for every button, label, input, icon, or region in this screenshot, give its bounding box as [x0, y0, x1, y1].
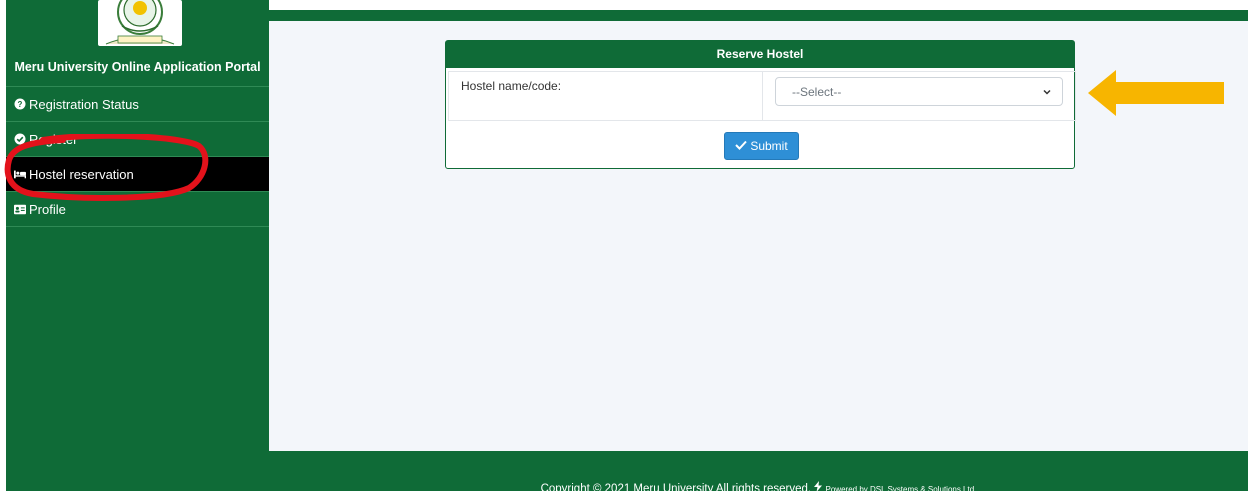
sidebar: Meru University Online Application Porta… [6, 0, 269, 491]
portal-title: Meru University Online Application Porta… [14, 60, 261, 74]
copyright-text: Copyright © 2021 Meru University All rig… [540, 483, 812, 495]
bolt-icon [814, 481, 825, 495]
sidebar-item-label: Registration Status [29, 96, 139, 112]
sidebar-item-registration-status[interactable]: ? Registration Status [6, 86, 269, 121]
nav-divider [6, 226, 269, 227]
hostel-field-cell: --Select-- [763, 72, 1075, 120]
hostel-form-row: Hostel name/code: --Select-- [448, 71, 1076, 121]
hostel-name-label: Hostel name/code: [449, 72, 763, 120]
sidebar-item-register[interactable]: Register [6, 121, 269, 156]
hostel-select[interactable]: --Select-- [775, 77, 1063, 106]
powered-by-text: Powered by DSL Systems & Solutions Ltd. [825, 485, 977, 494]
reserve-hostel-card: Reserve Hostel Hostel name/code: --Selec… [445, 40, 1076, 169]
yellow-arrow-annotation [1088, 70, 1224, 116]
sidebar-item-label: Profile [29, 201, 66, 217]
chevron-down-icon [1042, 86, 1052, 96]
sidebar-item-label: Register [29, 131, 78, 147]
id-card-icon [14, 203, 26, 215]
submit-label: Submit [750, 139, 788, 153]
select-value: --Select-- [792, 84, 842, 99]
sidebar-item-label: Hostel reservation [29, 166, 134, 182]
sidebar-item-hostel-reservation[interactable]: Hostel reservation [6, 156, 269, 191]
top-bar [269, 10, 1248, 21]
bed-icon [14, 168, 26, 180]
card-title: Reserve Hostel [446, 41, 1074, 68]
footer-text: Copyright © 2021 Meru University All rig… [269, 481, 1248, 495]
check-circle-icon [14, 133, 26, 145]
app: Meru University Online Application Porta… [0, 0, 1248, 495]
question-circle-icon: ? [14, 98, 26, 110]
sidebar-item-profile[interactable]: Profile [6, 191, 269, 226]
footer: Copyright © 2021 Meru University All rig… [269, 451, 1248, 495]
submit-button[interactable]: Submit [724, 132, 799, 160]
svg-text:?: ? [18, 100, 23, 109]
check-icon [735, 139, 750, 153]
sidebar-nav: ? Registration Status Register Hostel re… [6, 86, 269, 227]
university-logo [98, 0, 182, 46]
